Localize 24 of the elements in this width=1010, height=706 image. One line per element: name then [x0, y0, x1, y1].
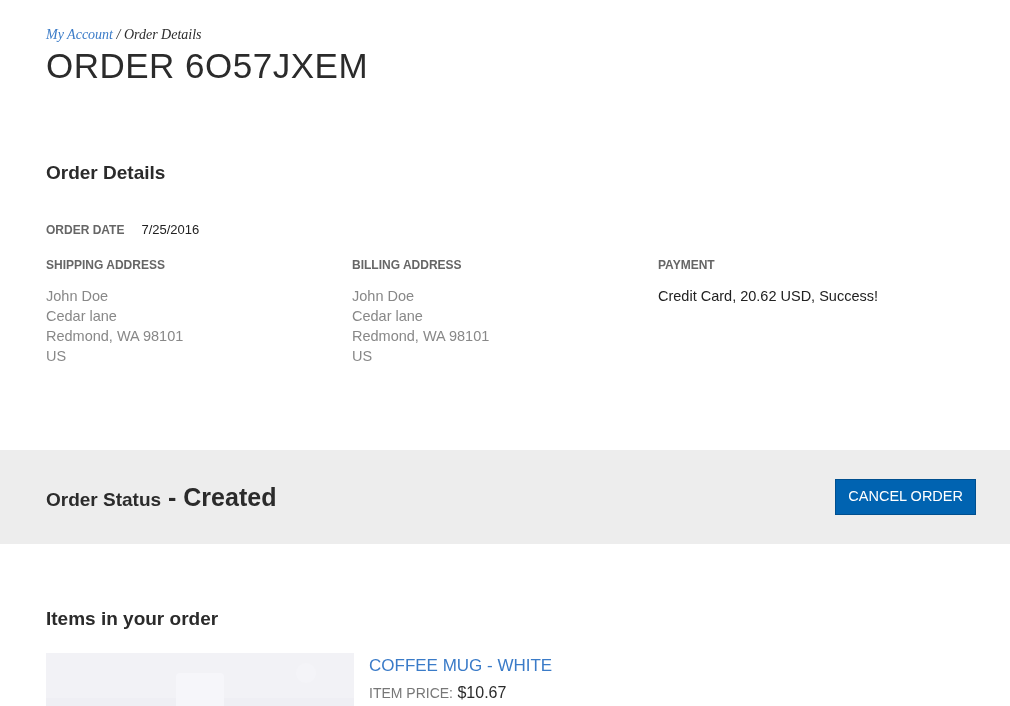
address-line: John Doe: [352, 287, 416, 307]
cancel-order-button[interactable]: CANCEL ORDER: [835, 479, 976, 516]
section-heading: Order Details: [46, 161, 167, 185]
address-line: Redmond, WA 98101: [352, 327, 491, 347]
address-line: John Doe: [46, 287, 110, 307]
page-title: ORDER 6O57JXEM: [46, 47, 370, 86]
price-label: ITEM PRICE:: [369, 684, 453, 701]
price-value: $10.67: [456, 683, 507, 701]
section-heading: Items in your order: [46, 608, 220, 632]
address-line: Redmond, WA 98101: [46, 327, 185, 347]
column-heading: BILLING ADDRESS: [352, 257, 463, 275]
field-value: 7/25/2016: [141, 221, 200, 240]
column-heading: PAYMENT: [658, 257, 716, 275]
address-line: Cedar lane: [46, 307, 118, 327]
breadcrumb-current: / Order Details: [115, 27, 202, 42]
breadcrumb-link[interactable]: My Account: [46, 27, 113, 42]
address-line: Cedar lane: [352, 307, 424, 327]
order-status-heading: Order Status - Created: [46, 481, 277, 513]
column-heading: SHIPPING ADDRESS: [46, 257, 166, 275]
product-link[interactable]: COFFEE MUG - WHITE: [369, 653, 553, 679]
payment-text: Credit Card, 20.62 USD, Success!: [658, 287, 879, 307]
field-label: ORDER DATE: [46, 222, 125, 240]
address-line: US: [352, 347, 374, 367]
address-line: US: [46, 347, 68, 367]
